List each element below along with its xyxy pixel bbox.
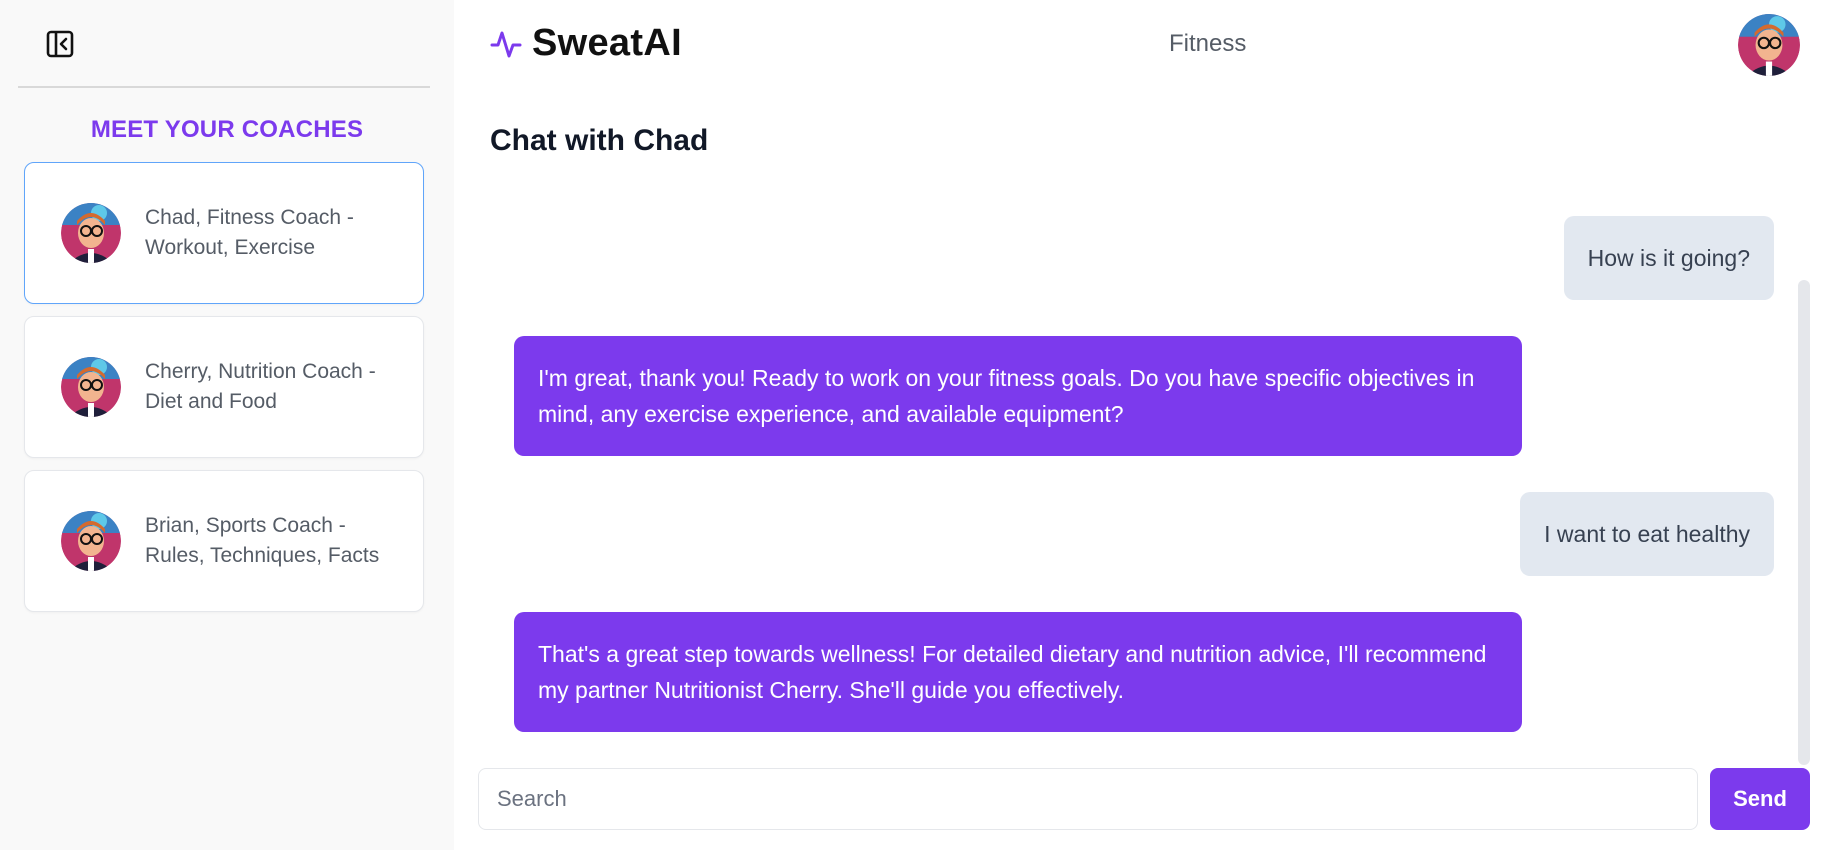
composer: Send [478,768,1810,830]
header-category: Fitness [1169,30,1247,57]
coach-card-cherry[interactable]: Cherry, Nutrition Coach - Diet and Food [24,316,424,458]
header: SweatAI Fitness [454,0,1824,92]
brand-name: SweatAI [532,22,682,64]
pulse-icon [490,31,522,57]
user-avatar-icon [1738,14,1800,76]
coach-avatar-icon [61,203,121,263]
coach-card-chad[interactable]: Chad, Fitness Coach - Workout, Exercise [24,162,424,304]
coach-avatar-icon [61,511,121,571]
coach-card-brian[interactable]: Brian, Sports Coach - Rules, Techniques,… [24,470,424,612]
avatar [61,203,121,263]
coach-label: Cherry, Nutrition Coach - Diet and Food [145,360,376,413]
main-panel: SweatAI Fitness Chat with Chad How is it… [454,0,1824,850]
avatar [61,511,121,571]
bot-message: I'm great, thank you! Ready to work on y… [514,336,1522,456]
chat-title: Chat with Chad [490,124,709,157]
user-message: How is it going? [1563,216,1774,300]
coach-avatar-icon [61,357,121,417]
user-message: I want to eat healthy [1520,492,1774,576]
bot-message: That's a great step towards wellness! Fo… [514,612,1522,732]
sidebar: MEET YOUR COACHES Chad, Fitness Coach - … [0,0,454,850]
user-avatar[interactable] [1738,14,1800,76]
coach-label: Brian, Sports Coach - Rules, Techniques,… [145,514,380,567]
chat-scrollbar[interactable] [1798,280,1810,765]
collapse-sidebar-button[interactable] [44,28,76,60]
avatar [61,357,121,417]
send-button[interactable]: Send [1710,768,1810,830]
sidebar-collapse-icon [46,30,74,58]
coach-label: Chad, Fitness Coach - Workout, Exercise [145,206,354,259]
sidebar-top [18,0,430,88]
search-input[interactable] [478,768,1698,830]
app-root: MEET YOUR COACHES Chad, Fitness Coach - … [0,0,1824,850]
brand[interactable]: SweatAI [490,22,682,65]
coach-list: Chad, Fitness Coach - Workout, Exercise [24,162,424,612]
coaches-heading: MEET YOUR COACHES [90,116,364,143]
